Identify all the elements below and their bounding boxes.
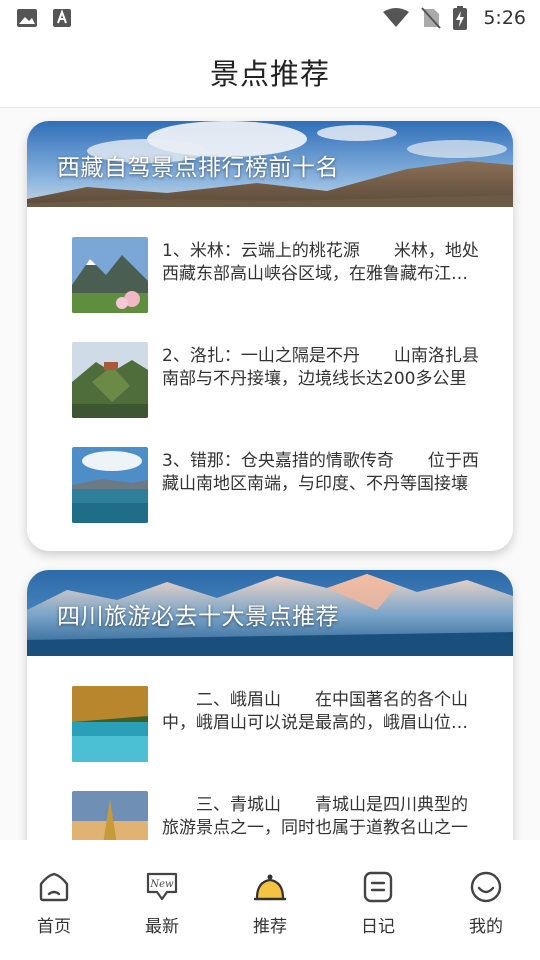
header-bar: 景点推荐 — [0, 36, 540, 108]
nav-label: 推荐 — [253, 917, 287, 937]
list-item[interactable]: 二、峨眉山 在中国著名的各个山中，峨眉山可以说是最高的，峨眉山位于四川 — [72, 686, 492, 762]
item-summary: 1、米林：云端上的桃花源 米林，地处西藏东部高山峡谷区域，在雅鲁藏布江中下游 — [162, 241, 479, 284]
nav-label: 最新 — [145, 917, 179, 937]
home-icon — [39, 872, 69, 902]
thumbnail-image — [72, 342, 148, 418]
nav-recommend[interactable]: 推荐 — [216, 840, 324, 960]
new-badge-icon: New — [146, 872, 178, 901]
card-banner[interactable]: 四川旅游必去十大景点推荐 — [27, 570, 513, 656]
svg-text:New: New — [149, 879, 174, 890]
list-item[interactable]: 三、青城山 青城山是四川典型的旅游景点之一，同时也属于道教名山之一 — [72, 791, 492, 840]
recommendation-list[interactable]: 西藏自驾景点排行榜前十名 1、米林：云端上的桃花源 米林，地处西藏东部高山峡谷区… — [0, 108, 540, 840]
bottom-navigation: 首页 New 最新 推荐 日记 我的 — [0, 840, 540, 960]
diary-icon — [363, 871, 393, 903]
image-icon — [17, 9, 37, 27]
card-banner[interactable]: 西藏自驾景点排行榜前十名 — [27, 121, 513, 207]
nav-diary[interactable]: 日记 — [324, 840, 432, 960]
nav-label: 我的 — [469, 917, 503, 937]
thumbnail-image — [72, 447, 148, 523]
article-card-tibet[interactable]: 西藏自驾景点排行榜前十名 1、米林：云端上的桃花源 米林，地处西藏东部高山峡谷区… — [27, 121, 513, 551]
wifi-icon — [383, 8, 410, 27]
thumbnail-image — [72, 237, 148, 313]
nav-profile[interactable]: 我的 — [432, 840, 540, 960]
card-title: 西藏自驾景点排行榜前十名 — [57, 155, 339, 181]
list-item[interactable]: 2、洛扎：一山之隔是不丹 山南洛扎县南部与不丹接壤，边境线长达200多公里 — [72, 342, 492, 418]
list-item[interactable]: 1、米林：云端上的桃花源 米林，地处西藏东部高山峡谷区域，在雅鲁藏布江中下游 — [72, 237, 492, 313]
thumbnail-image — [72, 791, 148, 840]
nav-label: 日记 — [361, 917, 395, 937]
item-summary: 三、青城山 青城山是四川典型的旅游景点之一，同时也属于道教名山之一 — [162, 795, 468, 838]
font-a-icon — [53, 9, 71, 27]
page-title: 景点推荐 — [209, 56, 330, 91]
no-sim-icon — [421, 7, 442, 29]
nav-label: 首页 — [37, 917, 71, 937]
article-card-sichuan[interactable]: 四川旅游必去十大景点推荐 二、峨眉山 在中国著名的各个山中，峨眉山可以说是最高的… — [27, 570, 513, 840]
nav-home[interactable]: 首页 — [0, 840, 108, 960]
item-summary: 2、洛扎：一山之隔是不丹 山南洛扎县南部与不丹接壤，边境线长达200多公里 — [162, 346, 479, 389]
thumbnail-image — [72, 686, 148, 762]
battery-charging-icon — [453, 6, 468, 30]
status-time: 5:26 — [483, 7, 526, 29]
item-summary: 二、峨眉山 在中国著名的各个山中，峨眉山可以说是最高的，峨眉山位于四川 — [162, 690, 468, 733]
recommend-bell-icon — [253, 874, 287, 901]
card-title: 四川旅游必去十大景点推荐 — [57, 604, 339, 630]
item-summary: 3、错那：仓央嘉措的情歌传奇 位于西藏山南地区南端，与印度、不丹等国接壤 — [162, 451, 479, 494]
list-item[interactable]: 3、错那：仓央嘉措的情歌传奇 位于西藏山南地区南端，与印度、不丹等国接壤 — [72, 447, 492, 523]
profile-smile-icon — [470, 871, 502, 903]
nav-latest[interactable]: New 最新 — [108, 840, 216, 960]
status-bar: 5:26 — [0, 0, 540, 36]
